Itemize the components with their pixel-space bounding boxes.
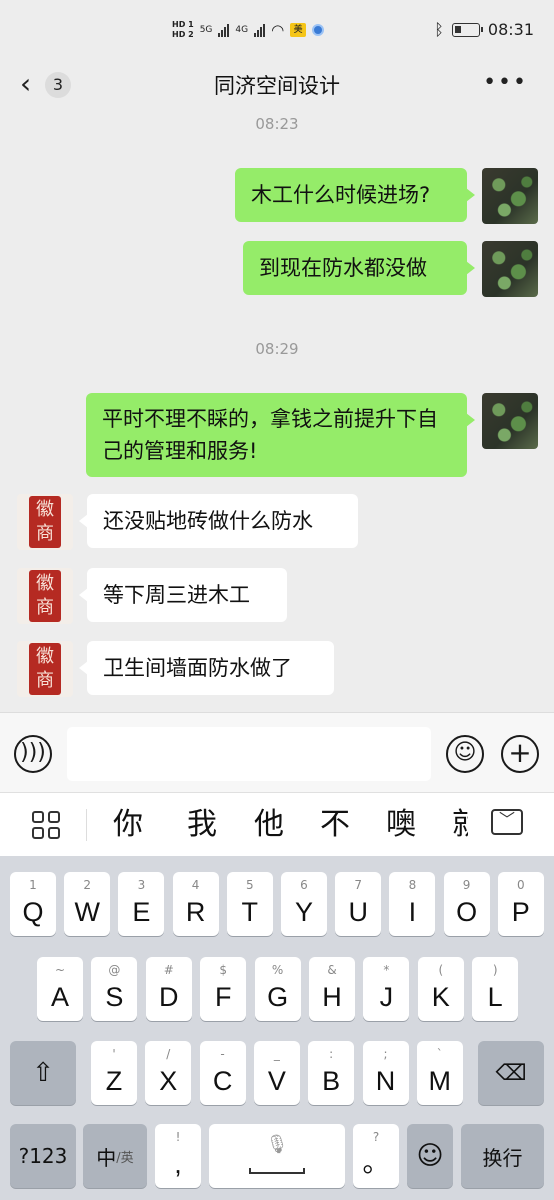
app-badge: 美: [290, 23, 307, 37]
key-f[interactable]: $ F: [200, 957, 247, 1021]
status-icons: HD 1 HD 2 5G 4G ◠ 美: [172, 16, 325, 44]
menu-grid-icon[interactable]: [32, 811, 60, 839]
key-w[interactable]: 2W: [64, 872, 111, 936]
emoji-key[interactable]: ☺: [407, 1124, 453, 1188]
hd2-label: HD 2: [172, 30, 194, 39]
sent-message[interactable]: 木工什么时候进场?: [235, 168, 475, 222]
sent-message[interactable]: 到现在防水都没做: [243, 241, 475, 295]
notification-dot-icon: [312, 24, 325, 36]
key-s[interactable]: @ S: [91, 957, 138, 1021]
status-bar: HD 1 HD 2 5G 4G ◠ 美 ᛒ 08:31: [0, 0, 554, 60]
signal2-icon: [254, 23, 266, 37]
key-u[interactable]: 7U: [335, 872, 382, 936]
contact-avatar[interactable]: 徽商: [17, 568, 73, 624]
key-y[interactable]: 6Y: [281, 872, 327, 936]
comma-key[interactable]: ! ,: [155, 1124, 201, 1188]
enter-key[interactable]: 换行: [461, 1124, 544, 1188]
candidate-word[interactable]: 就: [452, 805, 468, 845]
timestamp: 08:23: [255, 115, 299, 133]
clock: 08:31: [487, 20, 534, 39]
key-m[interactable]: ` M: [416, 1041, 463, 1105]
hd-indicators: HD 1 HD 2: [172, 20, 194, 40]
my-avatar[interactable]: [482, 168, 538, 224]
key-a[interactable]: ~ A: [37, 957, 83, 1021]
chat-title: 同济空间设计: [214, 74, 340, 98]
signal-icon: [218, 23, 230, 37]
voice-icon[interactable]: ))): [14, 735, 52, 773]
key-o[interactable]: 9O: [443, 872, 490, 936]
key-d[interactable]: # D: [145, 957, 192, 1021]
key-h[interactable]: & H: [309, 957, 355, 1021]
wifi-icon: ◠: [271, 21, 285, 39]
sent-message[interactable]: 平时不理不睬的，拿钱之前提升下自己的管理和服务!: [86, 393, 475, 477]
received-message[interactable]: 卫生间墙面防水做了: [79, 641, 334, 695]
key-b[interactable]: :B: [308, 1041, 355, 1105]
space-key[interactable]: 🎙: [209, 1124, 345, 1188]
more-options-icon[interactable]: •••: [483, 70, 528, 96]
microphone-icon: 🎙: [265, 1134, 289, 1155]
hd1-label: HD 1: [172, 20, 194, 29]
net1-label: 5G: [199, 25, 213, 35]
received-message[interactable]: 等下周三进木工: [79, 568, 287, 622]
key-e[interactable]: 3E: [118, 872, 165, 936]
bluetooth-icon: ᛒ: [434, 20, 444, 39]
key-i[interactable]: 8I: [389, 872, 436, 936]
key-z[interactable]: ' Z: [91, 1041, 137, 1105]
key-k[interactable]: (K: [417, 957, 464, 1021]
key-r[interactable]: 4R: [172, 872, 219, 936]
divider: [86, 809, 87, 841]
my-avatar[interactable]: [482, 241, 538, 297]
candidate-word[interactable]: 我: [187, 805, 217, 845]
keyboard: 1Q2W3E4R5T6Y7U8I9O0P ~ A @ S # D $ F% G & H * J(K) L …: [0, 856, 554, 1200]
input-bar: ))) ☺ +: [0, 712, 554, 792]
period-key[interactable]: ? 。: [353, 1124, 399, 1188]
my-avatar[interactable]: [482, 393, 538, 449]
lang-main: 中: [96, 1145, 117, 1170]
battery-icon: [451, 22, 483, 37]
numbers-key[interactable]: ?123: [10, 1124, 76, 1188]
seal-logo: 徽商: [29, 496, 61, 548]
key-p[interactable]: 0P: [497, 872, 544, 936]
shift-key[interactable]: ⇧: [10, 1041, 76, 1105]
key-t[interactable]: 5T: [226, 872, 273, 936]
language-switch-key[interactable]: 中/英: [83, 1124, 147, 1188]
key-l[interactable]: ) L: [472, 957, 519, 1021]
key-v[interactable]: _ V: [253, 1041, 300, 1105]
key-g[interactable]: % G: [254, 957, 301, 1021]
lang-sub: /英: [116, 1150, 134, 1166]
seal-logo: 徽商: [29, 643, 61, 695]
net2-label: 4G: [235, 25, 249, 35]
status-right: ᛒ 08:31: [434, 20, 534, 39]
key-q[interactable]: 1Q: [10, 872, 56, 936]
chat-header: ‹ 3 同济空间设计 •••: [0, 60, 554, 108]
contact-avatar[interactable]: 徽商: [17, 494, 73, 550]
candidate-word[interactable]: 他: [254, 805, 284, 845]
message-input[interactable]: [67, 727, 431, 781]
plus-icon[interactable]: +: [501, 735, 539, 773]
collapse-keyboard-icon[interactable]: ﹀: [491, 809, 523, 835]
received-message[interactable]: 还没贴地砖做什么防水: [79, 494, 358, 548]
key-j[interactable]: * J: [363, 957, 410, 1021]
timestamp: 08:29: [255, 340, 299, 358]
space-bar-icon: [249, 1168, 305, 1174]
key-x[interactable]: / X: [145, 1041, 192, 1105]
candidate-word[interactable]: 你: [113, 805, 143, 845]
emoji-icon[interactable]: ☺: [446, 735, 484, 773]
ime-candidate-bar: 你 我 他 不 噢 就 ﹀: [0, 792, 554, 856]
key-n[interactable]: ; N: [362, 1041, 409, 1105]
contact-avatar[interactable]: 徽商: [17, 641, 73, 697]
seal-logo: 徽商: [29, 570, 61, 622]
backspace-key[interactable]: ⌫: [478, 1041, 544, 1105]
candidate-word[interactable]: 噢: [386, 805, 416, 845]
candidate-word[interactable]: 不: [320, 805, 350, 845]
key-c[interactable]: -C: [199, 1041, 246, 1105]
